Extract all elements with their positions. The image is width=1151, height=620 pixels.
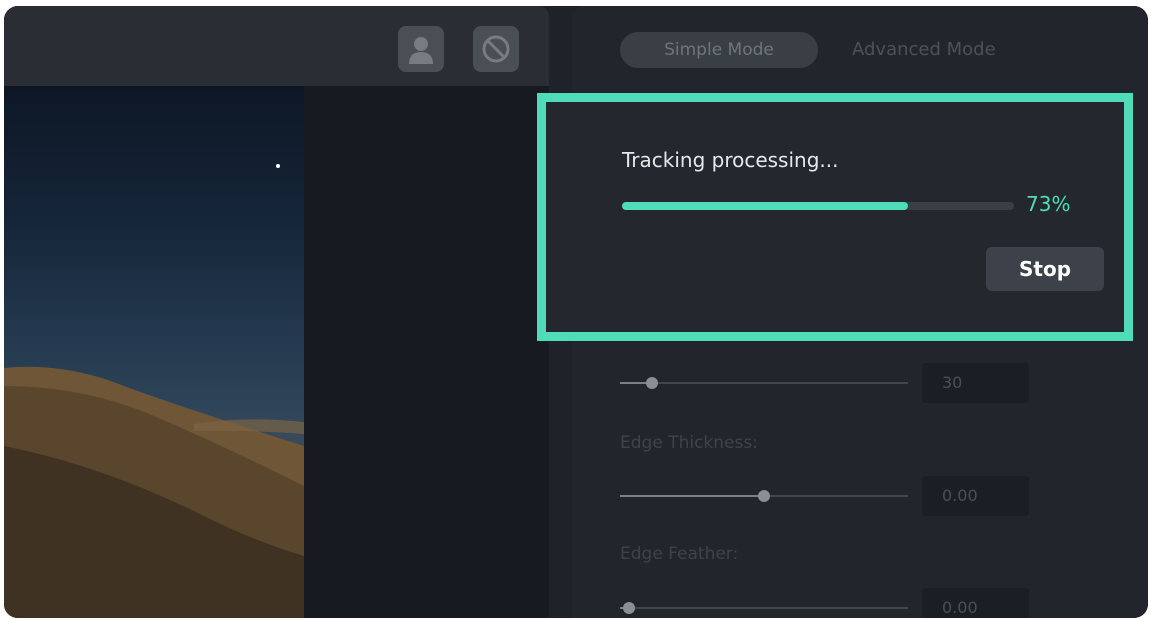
- desert-preview-image: [4, 86, 304, 618]
- advanced-mode-tab[interactable]: Advanced Mode: [852, 32, 996, 68]
- tracking-progress-bar: [622, 202, 1014, 210]
- tracking-dialog: Tracking processing... 73% Stop: [537, 93, 1133, 341]
- slider-1-knob[interactable]: [645, 377, 658, 389]
- edge-thickness-fill: [620, 495, 764, 497]
- edge-feather-value[interactable]: 0.00: [922, 588, 1029, 618]
- no-entry-icon: [482, 35, 510, 63]
- edge-feather-label: Edge Feather:: [620, 544, 739, 564]
- edge-thickness-knob[interactable]: [758, 490, 770, 502]
- edge-feather-slider[interactable]: [620, 602, 908, 614]
- sand-dunes: [4, 366, 304, 618]
- tracking-progress-fill: [622, 202, 909, 210]
- preview-toolbar: [4, 6, 549, 86]
- edge-thickness-label: Edge Thickness:: [620, 433, 758, 453]
- tracking-title: Tracking processing...: [622, 148, 839, 172]
- no-entry-button[interactable]: [473, 26, 519, 72]
- portrait-icon: [409, 37, 433, 64]
- edge-feather-knob[interactable]: [622, 602, 635, 614]
- simple-mode-tab[interactable]: Simple Mode: [620, 32, 818, 68]
- portrait-button[interactable]: [398, 26, 444, 72]
- tracking-percent: 73%: [1026, 192, 1071, 216]
- preview-canvas[interactable]: [4, 86, 549, 618]
- edge-thickness-value[interactable]: 0.00: [922, 476, 1029, 516]
- stop-button[interactable]: Stop: [986, 247, 1104, 291]
- preview-panel: [4, 6, 549, 618]
- slider-1-value[interactable]: 30: [922, 363, 1029, 403]
- app-window: Simple Mode Advanced Mode 30 Edge Thickn…: [4, 6, 1148, 618]
- edge-thickness-slider[interactable]: [620, 490, 908, 502]
- slider-1[interactable]: [620, 377, 908, 389]
